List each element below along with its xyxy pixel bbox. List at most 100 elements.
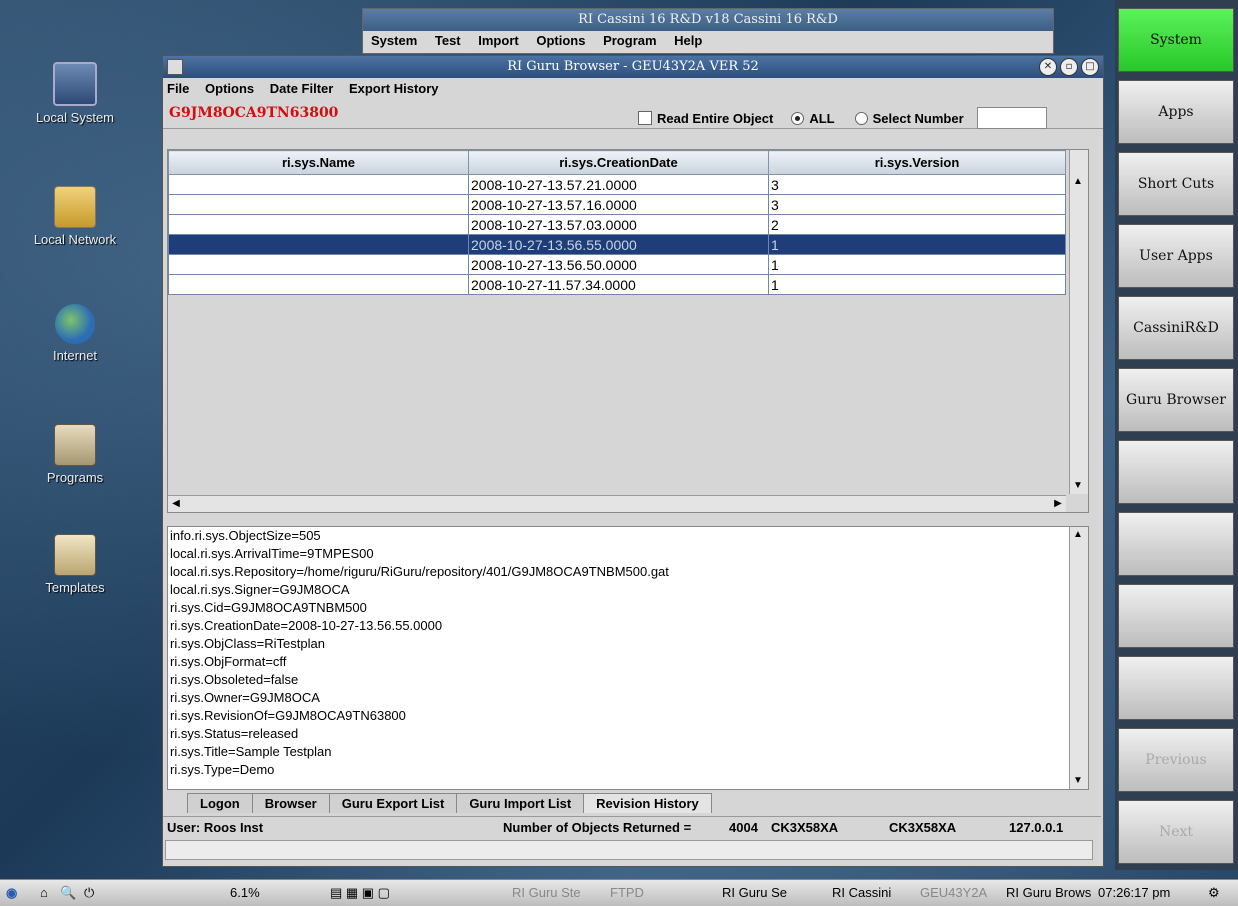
properties-panel[interactable]: info.ri.sys.ObjectSize=505 local.ri.sys.… [167,526,1089,790]
task-ri-guru-se[interactable]: RI Guru Se [722,885,787,900]
cell-date: 2008-10-27-13.56.55.0000 [468,234,769,255]
column-header-version[interactable]: ri.sys.Version [768,150,1066,175]
scroll-left-icon[interactable]: ◀ [168,496,184,512]
menu-options[interactable]: Options [536,33,585,48]
property-line: ri.sys.RevisionOf=G9JM8OCA9TN63800 [170,708,406,723]
select-number-input[interactable] [976,107,1047,129]
cell-name [168,234,469,255]
status-user: User: Roos Inst [167,820,264,835]
object-id: G9JM8OCA9TN63800 [169,105,339,121]
menu-program[interactable]: Program [603,33,656,48]
start-menu-icon[interactable]: ◉ [6,885,17,901]
column-header-name[interactable]: ri.sys.Name [168,150,469,175]
status-object-count: 4004 [729,820,758,835]
settings-icon[interactable]: ⚙ [1208,885,1220,901]
table-row[interactable]: 2008-10-27-11.57.34.0000 1 [168,274,1066,295]
launcher-empty-button[interactable] [1118,656,1234,720]
launcher-empty-button[interactable] [1118,512,1234,576]
search-icon[interactable]: 🔍 [60,885,76,901]
desktop-icon-internet[interactable]: Internet [10,304,140,363]
launcher-previous-button[interactable]: Previous [1118,728,1234,792]
status-ip: 127.0.0.1 [1009,820,1064,835]
revision-table: ri.sys.Name ri.sys.CreationDate ri.sys.V… [167,149,1089,513]
table-vertical-scrollbar[interactable]: ▲ ▼ [1069,150,1088,494]
taskbar: ◉ ⌂ 🔍 ⏻ 6.1% ▤ ▦ ▣ ▢ RI Guru Ste FTPD RI… [0,879,1238,906]
property-line: ri.sys.Owner=G9JM8OCA [170,690,320,705]
task-geu43y2a[interactable]: GEU43Y2A [920,885,987,900]
computer-icon [53,62,97,106]
launcher-apps-button[interactable]: Apps [1118,80,1234,144]
property-line: ri.sys.ObjFormat=cff [170,654,287,669]
menu-file[interactable]: File [167,81,189,96]
tab-guru-export-list[interactable]: Guru Export List [328,793,458,813]
menu-export-history[interactable]: Export History [349,81,439,96]
table-row-selected[interactable]: 2008-10-27-13.56.55.0000 1 [168,234,1066,255]
select-number-radio[interactable] [854,111,868,125]
property-line: ri.sys.CreationDate=2008-10-27-13.56.55.… [170,618,443,633]
minimize-icon[interactable]: ▫ [1060,58,1078,76]
desktop-icon-templates[interactable]: Templates [10,534,140,595]
guru-browser-window: RI Guru Browser - GEU43Y2A VER 52 ✕ ▫ □ … [162,55,1104,867]
launcher-guru-browser-button[interactable]: Guru Browser [1118,368,1234,432]
launcher-system-button[interactable]: System [1118,8,1234,72]
power-icon[interactable]: ⏻ [84,885,94,901]
cell-name [168,274,469,295]
table-horizontal-scrollbar[interactable]: ◀ ▶ [168,495,1066,512]
cell-name [168,214,469,235]
property-line: ri.sys.Status=released [170,726,299,741]
launcher-shortcuts-button[interactable]: Short Cuts [1118,152,1234,216]
tab-revision-history[interactable]: Revision History [583,793,712,813]
launcher-empty-button[interactable] [1118,440,1234,504]
property-line: info.ri.sys.ObjectSize=505 [170,528,321,543]
table-row[interactable]: 2008-10-27-13.57.21.0000 3 [168,174,1066,195]
home-icon[interactable]: ⌂ [40,885,48,900]
launcher-user-apps-button[interactable]: User Apps [1118,224,1234,288]
scroll-down-icon[interactable]: ▼ [1070,478,1086,494]
menu-system[interactable]: System [371,33,417,48]
table-row[interactable]: 2008-10-27-13.57.16.0000 3 [168,194,1066,215]
properties-scrollbar[interactable]: ▲ ▼ [1069,527,1088,789]
maximize-icon[interactable]: □ [1081,58,1099,76]
menubar: File Options Date Filter Export History [163,78,1103,100]
tab-browser[interactable]: Browser [251,793,330,813]
desktop-icon-label: Programs [46,470,104,485]
desktop-icon-local-network[interactable]: Local Network [10,186,140,247]
task-ri-guru-ste[interactable]: RI Guru Ste [512,885,581,900]
background-window[interactable]: RI Cassini 16 R&D v18 Cassini 16 R&D Sys… [362,8,1054,54]
launcher-empty-button[interactable] [1118,584,1234,648]
table-row[interactable]: 2008-10-27-13.57.03.0000 2 [168,214,1066,235]
window-menu-icon[interactable] [167,59,183,75]
cell-version: 3 [768,174,1066,195]
quick-launch-icons[interactable]: ▤ ▦ ▣ ▢ [330,885,390,901]
background-window-title: RI Cassini 16 R&D v18 Cassini 16 R&D [363,9,1053,31]
scroll-right-icon[interactable]: ▶ [1050,496,1066,512]
cell-version: 1 [768,234,1066,255]
task-ri-cassini[interactable]: RI Cassini [832,885,891,900]
globe-icon [55,304,95,344]
menu-import[interactable]: Import [478,33,518,48]
desktop-icon-local-system[interactable]: Local System [10,62,140,125]
scroll-down-icon[interactable]: ▼ [1070,773,1086,789]
read-entire-checkbox[interactable] [638,111,652,125]
column-header-creation-date[interactable]: ri.sys.CreationDate [468,150,769,175]
tab-guru-import-list[interactable]: Guru Import List [456,793,585,813]
task-ftpd[interactable]: FTPD [610,885,644,900]
tab-logon[interactable]: Logon [187,793,253,813]
all-radio[interactable] [791,111,805,125]
menu-date-filter[interactable]: Date Filter [270,81,334,96]
object-toolbar: G9JM8OCA9TN63800 Read Entire Object ALL … [163,100,1103,129]
task-ri-guru-brows[interactable]: RI Guru Brows [1006,885,1091,900]
scroll-up-icon[interactable]: ▲ [1070,527,1086,543]
close-icon[interactable]: ✕ [1039,58,1057,76]
menu-test[interactable]: Test [435,33,461,48]
desktop-icon-programs[interactable]: Programs [10,424,140,485]
scroll-up-icon[interactable]: ▲ [1070,174,1086,190]
table-row[interactable]: 2008-10-27-13.56.50.0000 1 [168,254,1066,275]
launcher-next-button[interactable]: Next [1118,800,1234,864]
window-titlebar[interactable]: RI Guru Browser - GEU43Y2A VER 52 ✕ ▫ □ [163,56,1103,78]
cell-date: 2008-10-27-13.57.03.0000 [468,214,769,235]
launcher-cassini-rd-button[interactable]: CassiniR&D [1118,296,1234,360]
menu-help[interactable]: Help [674,33,702,48]
menu-options[interactable]: Options [205,81,254,96]
bottom-tabs: Logon Browser Guru Export List Guru Impo… [187,793,712,813]
